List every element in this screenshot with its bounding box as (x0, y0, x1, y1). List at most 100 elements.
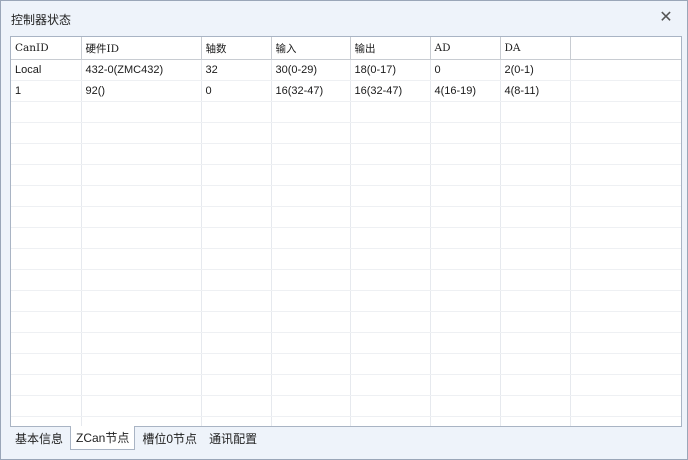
empty-cell (430, 416, 501, 426)
empty-cell (201, 101, 272, 123)
empty-cell (81, 290, 202, 312)
close-icon[interactable]: ✕ (657, 8, 675, 26)
empty-cell (201, 416, 272, 426)
empty-cell (271, 101, 351, 123)
empty-cell (570, 395, 681, 417)
empty-cell (350, 353, 431, 375)
empty-cell (430, 395, 501, 417)
empty-cell (271, 395, 351, 417)
empty-cell (11, 395, 82, 417)
empty-cell (570, 311, 681, 333)
empty-cell (350, 290, 431, 312)
empty-cell (570, 101, 681, 123)
table-row[interactable]: 1 92() 0 16(32-47) 16(32-47) 4(16-19) 4(… (11, 80, 681, 102)
cell-da: 2(0-1) (500, 59, 571, 81)
empty-cell (500, 395, 571, 417)
empty-cell (570, 353, 681, 375)
empty-cell (500, 353, 571, 375)
empty-cell (81, 143, 202, 165)
empty-row (11, 332, 681, 354)
empty-cell (81, 164, 202, 186)
cell-axes: 0 (201, 80, 272, 102)
empty-cell (350, 395, 431, 417)
empty-row (11, 227, 681, 249)
empty-cell (201, 122, 272, 144)
empty-cell (81, 311, 202, 333)
tab-slot0-nodes[interactable]: 槽位0节点 (137, 427, 202, 449)
empty-cell (271, 290, 351, 312)
empty-cell (500, 269, 571, 291)
empty-row (11, 248, 681, 270)
empty-row (11, 374, 681, 396)
empty-cell (350, 101, 431, 123)
empty-cell (500, 374, 571, 396)
bottom-tab-bar: 基本信息 ZCan节点 槽位0节点 通讯配置 (10, 426, 264, 451)
empty-cell (500, 101, 571, 123)
column-header-output[interactable]: 输出 (350, 37, 431, 60)
tab-comm-config[interactable]: 通讯配置 (204, 427, 262, 449)
empty-cell (430, 122, 501, 144)
empty-row (11, 101, 681, 123)
empty-cell (81, 122, 202, 144)
empty-row (11, 395, 681, 417)
empty-cell (11, 269, 82, 291)
empty-cell (500, 185, 571, 207)
title-bar: 控制器状态 ✕ (1, 1, 687, 35)
empty-row (11, 311, 681, 333)
cell-hardware-id: 92() (81, 80, 202, 102)
column-header-ad[interactable]: AD (430, 37, 501, 60)
empty-cell (201, 290, 272, 312)
column-header-axes[interactable]: 轴数 (201, 37, 272, 60)
empty-cell (201, 395, 272, 417)
empty-cell (81, 248, 202, 270)
cell-ad: 0 (430, 59, 501, 81)
empty-cell (271, 269, 351, 291)
tab-basic-info[interactable]: 基本信息 (10, 427, 68, 449)
empty-cell (500, 248, 571, 270)
cell-blank (570, 80, 681, 102)
column-header-da[interactable]: DA (500, 37, 571, 60)
cell-hardware-id: 432-0(ZMC432) (81, 59, 202, 81)
empty-cell (430, 332, 501, 354)
tab-zcan-nodes[interactable]: ZCan节点 (70, 426, 136, 450)
empty-cell (430, 101, 501, 123)
tab-label: 基本信息 (15, 431, 64, 446)
cell-input: 30(0-29) (271, 59, 351, 81)
table-row[interactable]: Local 432-0(ZMC432) 32 30(0-29) 18(0-17)… (11, 59, 681, 81)
column-header-input[interactable]: 输入 (271, 37, 351, 60)
empty-cell (201, 353, 272, 375)
cell-canid: 1 (11, 80, 82, 102)
cell-axes: 32 (201, 59, 272, 81)
empty-cell (350, 206, 431, 228)
empty-cell (271, 311, 351, 333)
empty-cell (271, 185, 351, 207)
cell-canid: Local (11, 59, 82, 81)
empty-cell (81, 395, 202, 417)
empty-cell (430, 311, 501, 333)
column-header-canid[interactable]: CanID (11, 37, 82, 60)
empty-cell (350, 311, 431, 333)
empty-cell (201, 227, 272, 249)
empty-cell (430, 185, 501, 207)
empty-cell (201, 248, 272, 270)
empty-cell (11, 101, 82, 123)
empty-cell (350, 122, 431, 144)
empty-cell (500, 332, 571, 354)
empty-row (11, 269, 681, 291)
empty-cell (201, 185, 272, 207)
empty-cell (500, 206, 571, 228)
empty-cell (81, 269, 202, 291)
empty-cell (271, 416, 351, 426)
column-header-hardware-id[interactable]: 硬件ID (81, 37, 202, 60)
empty-cell (350, 269, 431, 291)
empty-cell (430, 206, 501, 228)
empty-cell (201, 269, 272, 291)
empty-cell (350, 227, 431, 249)
cell-output: 18(0-17) (350, 59, 431, 81)
empty-row (11, 290, 681, 312)
empty-cell (430, 143, 501, 165)
empty-cell (500, 290, 571, 312)
node-grid[interactable]: CanID 硬件ID 轴数 输入 输出 AD DA Local 432-0(ZM… (10, 36, 682, 427)
empty-cell (570, 227, 681, 249)
empty-cell (81, 332, 202, 354)
